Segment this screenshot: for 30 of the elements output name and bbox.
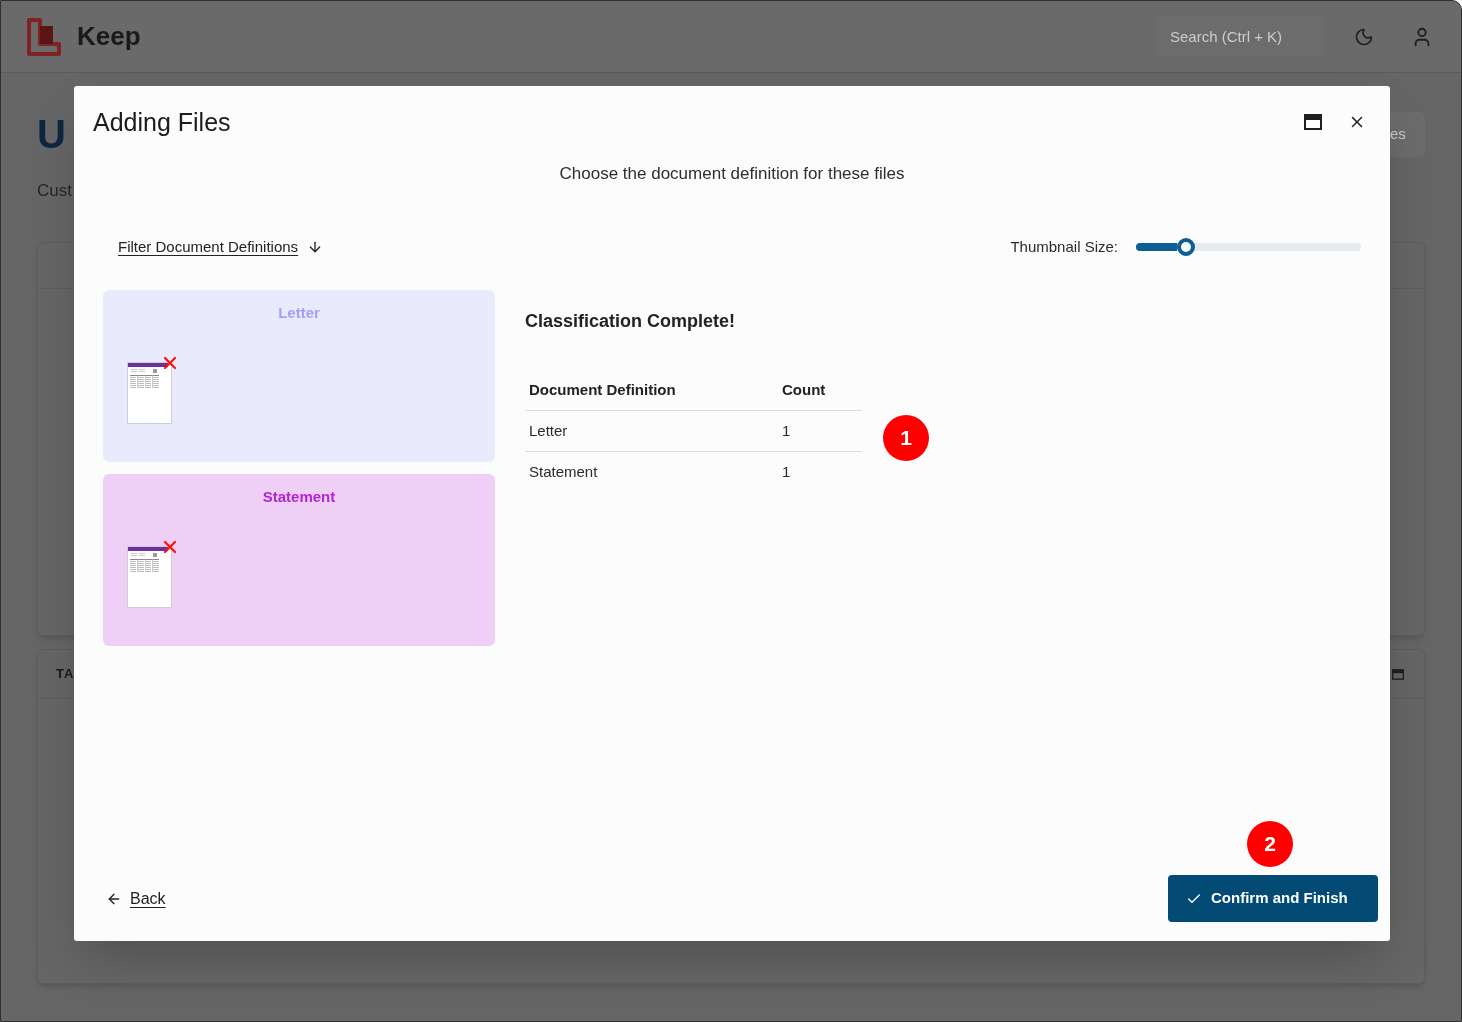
- column-header: Document Definition: [525, 370, 778, 411]
- slider-thumb[interactable]: [1176, 238, 1195, 256]
- table-cell: 1: [778, 451, 862, 492]
- table-cell: Letter: [525, 410, 778, 452]
- close-icon[interactable]: [163, 540, 177, 554]
- page-subtitle: Cust: [37, 180, 72, 202]
- window-icon[interactable]: [1304, 114, 1322, 130]
- document-thumbnail: [127, 546, 172, 608]
- table-cell: Statement: [525, 451, 778, 492]
- confirm-button[interactable]: Confirm and Finish: [1168, 875, 1378, 922]
- step-marker: 1: [883, 415, 929, 461]
- document-thumbnail: [127, 362, 172, 424]
- page-title: U: [37, 111, 66, 158]
- table-cell: 1: [778, 410, 862, 452]
- definition-card[interactable]: Statement: [103, 474, 495, 646]
- dialog-title: Adding Files: [93, 107, 231, 138]
- close-icon[interactable]: [163, 356, 177, 370]
- thumbnail-size-label: Thumbnail Size:: [1010, 236, 1118, 257]
- summary-heading: Classification Complete!: [525, 310, 736, 332]
- app-name: Keep: [77, 20, 141, 53]
- moon-icon[interactable]: [1354, 26, 1374, 47]
- back-link[interactable]: Back: [106, 886, 166, 911]
- step-marker: 2: [1247, 821, 1293, 867]
- panel-heading: TA: [56, 665, 75, 684]
- card-title: Letter: [278, 304, 320, 321]
- column-header: Count: [778, 370, 862, 411]
- logo-icon: [26, 17, 62, 56]
- card-title: Statement: [262, 488, 336, 505]
- filter-link[interactable]: Filter Document Definitions: [118, 235, 324, 259]
- dialog-subtitle: Choose the document definition for these files: [559, 163, 905, 185]
